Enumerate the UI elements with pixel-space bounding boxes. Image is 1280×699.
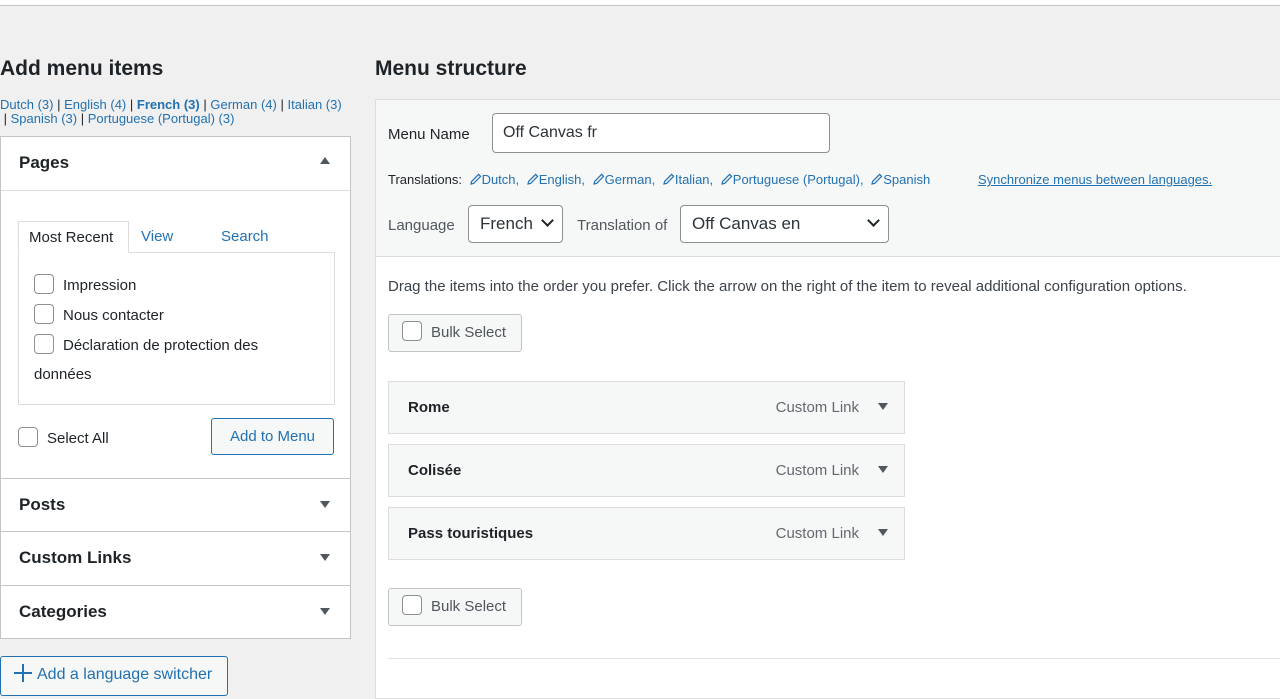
lang-filter-german[interactable]: German (4): [210, 97, 276, 112]
pages-accordion: Pages Most Recent View All Search Impres…: [0, 136, 351, 479]
custom-links-accordion-title: Custom Links: [19, 548, 132, 567]
chevron-down-icon: [541, 214, 554, 227]
bulk-select-checkbox[interactable]: [402, 595, 422, 616]
translation-of-label: Translation of: [577, 217, 668, 234]
add-language-switcher-button[interactable]: Add a language switcher: [0, 656, 228, 696]
categories-accordion-header[interactable]: Categories: [1, 586, 350, 639]
posts-accordion-header[interactable]: Posts: [1, 479, 350, 532]
custom-links-accordion-header[interactable]: Custom Links: [1, 532, 350, 585]
lang-filter-italian[interactable]: Italian (3): [287, 97, 341, 112]
bulk-select-checkbox[interactable]: [402, 321, 422, 342]
expand-arrow-icon[interactable]: [878, 529, 888, 536]
tab-most-recent[interactable]: Most Recent: [18, 221, 129, 253]
menu-settings-header: Menu Name Off Canvas fr Translations: Du…: [376, 100, 1280, 257]
translation-link-dutch[interactable]: Dutch,: [469, 172, 519, 187]
page-checkbox[interactable]: [34, 274, 54, 295]
language-select[interactable]: French: [468, 205, 563, 243]
add-menu-items-panel: Add menu items Dutch (3) | English (4) |…: [0, 0, 351, 696]
menu-structure-title: Menu structure: [375, 57, 527, 80]
pages-checklist: Impression Nous contacter Déclaration de…: [18, 252, 335, 405]
translations-label: Translations:: [388, 172, 462, 187]
add-language-switcher-label: Add a language switcher: [37, 666, 213, 683]
translation-link-german[interactable]: German,: [592, 172, 655, 187]
expand-arrow-icon[interactable]: [878, 466, 888, 473]
divider: [388, 658, 1280, 659]
select-all-checkbox[interactable]: [18, 427, 38, 447]
page-item[interactable]: Déclaration de protection des données: [34, 331, 304, 389]
menu-item-title: Rome: [408, 399, 450, 416]
translation-link-italian[interactable]: Italian,: [663, 172, 713, 187]
translation-link-portuguese[interactable]: Portuguese (Portugal),: [720, 172, 864, 187]
pencil-icon: [592, 173, 605, 185]
add-menu-items-title: Add menu items: [0, 57, 164, 80]
page-item[interactable]: Nous contacter: [34, 301, 164, 330]
synchronize-menus-link[interactable]: Synchronize menus between languages.: [978, 172, 1212, 187]
page-item-label: Impression: [63, 277, 137, 294]
page-item[interactable]: Impression: [34, 271, 136, 300]
posts-accordion[interactable]: Posts: [0, 478, 351, 532]
menu-name-label: Menu Name: [388, 126, 470, 143]
language-select-value: French: [480, 214, 533, 233]
page-checkbox[interactable]: [34, 304, 54, 325]
menu-management: Menu Name Off Canvas fr Translations: Du…: [375, 99, 1280, 699]
categories-accordion[interactable]: Categories: [0, 585, 351, 639]
pencil-icon: [469, 173, 482, 185]
custom-links-accordion[interactable]: Custom Links: [0, 531, 351, 586]
select-all[interactable]: Select All: [18, 427, 109, 449]
collapse-arrow-icon[interactable]: [320, 157, 330, 164]
bulk-select-label: Bulk Select: [431, 324, 507, 341]
bulk-select-label: Bulk Select: [431, 598, 507, 615]
lang-filter-english[interactable]: English (4): [64, 97, 126, 112]
menu-item[interactable]: Pass touristiques Custom Link: [388, 507, 905, 560]
menu-item-type: Custom Link: [775, 399, 859, 416]
bulk-select-button-bottom[interactable]: Bulk Select: [388, 588, 522, 626]
language-filter: Dutch (3) | English (4) | French (3) | G…: [0, 97, 342, 126]
expand-arrow-icon[interactable]: [320, 501, 330, 508]
add-to-menu-button[interactable]: Add to Menu: [211, 418, 334, 455]
menu-name-input[interactable]: Off Canvas fr: [492, 113, 830, 153]
tab-search[interactable]: Search: [211, 221, 279, 253]
language-label: Language: [388, 217, 455, 234]
lang-filter-spanish[interactable]: Spanish (3): [11, 111, 77, 126]
posts-accordion-title: Posts: [19, 495, 66, 514]
pages-accordion-header[interactable]: Pages: [1, 137, 350, 190]
menu-item-title: Pass touristiques: [408, 525, 534, 542]
pages-accordion-title: Pages: [19, 153, 70, 172]
pencil-icon: [526, 173, 539, 185]
select-all-label: Select All: [47, 429, 109, 447]
translation-of-select[interactable]: Off Canvas en: [680, 205, 889, 243]
translations-row: Translations: Dutch, English, German, It…: [388, 172, 930, 187]
menu-item[interactable]: Colisée Custom Link: [388, 444, 905, 497]
plus-icon: [14, 664, 32, 682]
translation-link-spanish[interactable]: Spanish: [871, 172, 930, 187]
menu-item-type: Custom Link: [775, 462, 859, 479]
pencil-icon: [720, 173, 733, 185]
lang-filter-dutch[interactable]: Dutch (3): [0, 97, 53, 112]
menu-item-type: Custom Link: [775, 525, 859, 542]
translation-link-english[interactable]: English,: [526, 172, 585, 187]
expand-arrow-icon[interactable]: [320, 608, 330, 615]
lang-filter-portuguese[interactable]: Portuguese (Portugal) (3): [88, 111, 235, 126]
translation-of-select-value: Off Canvas en: [692, 214, 801, 233]
page-item-label: Nous contacter: [63, 307, 164, 324]
pencil-icon: [663, 173, 675, 185]
pencil-icon: [871, 173, 883, 185]
expand-arrow-icon[interactable]: [320, 554, 330, 561]
menu-item[interactable]: Rome Custom Link: [388, 381, 905, 434]
expand-arrow-icon[interactable]: [878, 403, 888, 410]
tab-view-all[interactable]: View All: [131, 221, 183, 277]
lang-filter-french[interactable]: French (3): [137, 97, 200, 112]
bulk-select-button-top[interactable]: Bulk Select: [388, 314, 522, 352]
page-checkbox[interactable]: [34, 334, 54, 355]
chevron-down-icon: [867, 214, 880, 227]
page-item-label: Déclaration de protection des données: [34, 337, 259, 383]
drag-instructions: Drag the items into the order you prefer…: [388, 278, 1187, 295]
categories-accordion-title: Categories: [19, 602, 107, 621]
menu-item-title: Colisée: [408, 462, 462, 479]
